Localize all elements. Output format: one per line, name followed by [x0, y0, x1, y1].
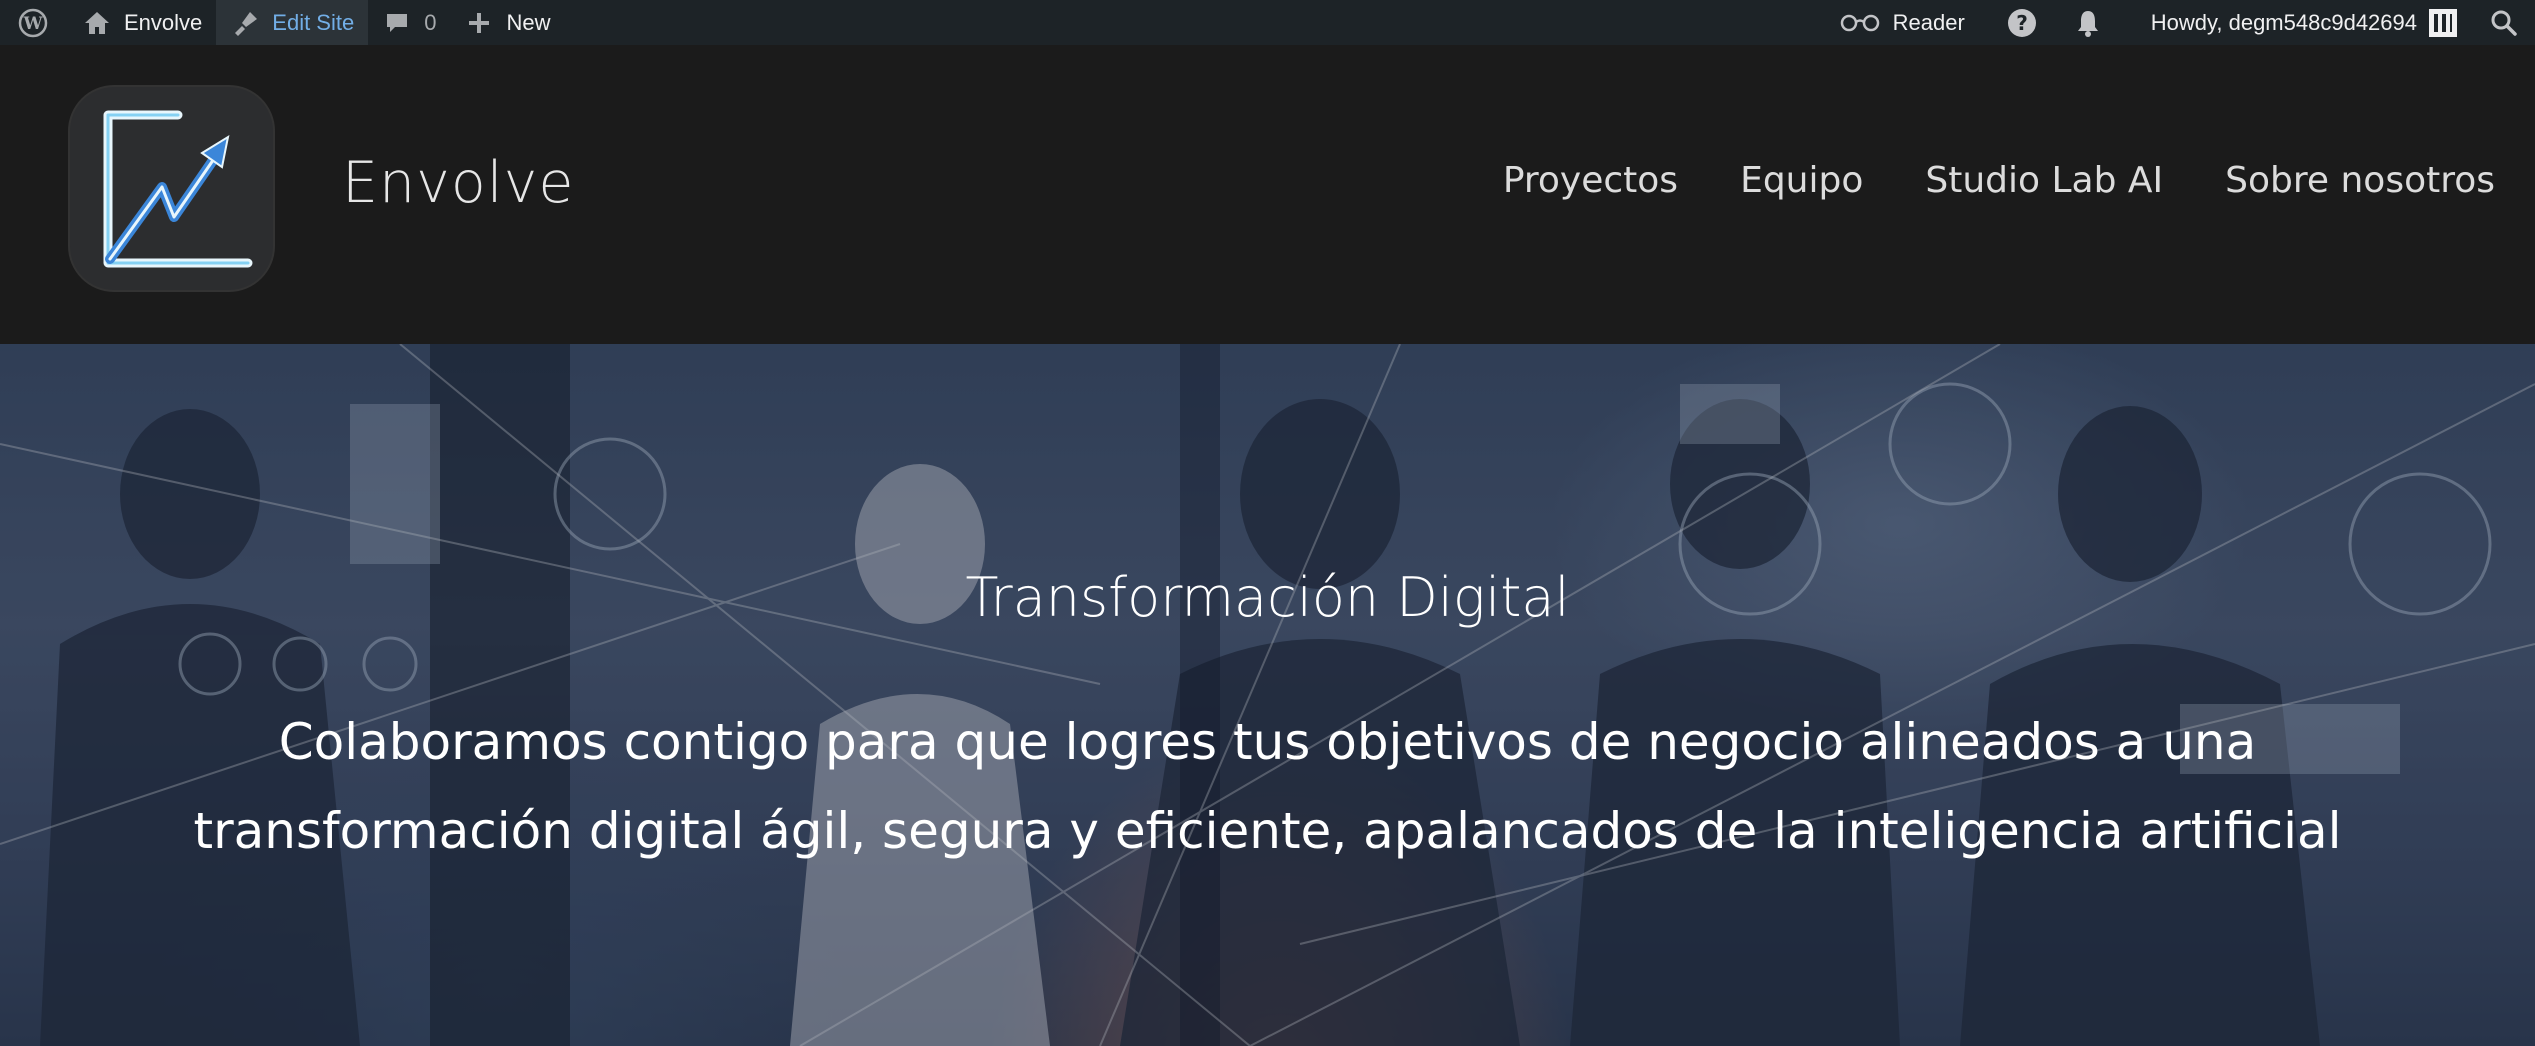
wp-admin-bar: W Envolve Edit Site 0 New Reader ? Howdy…: [0, 0, 2535, 45]
plus-icon: [464, 8, 494, 38]
svg-text:W: W: [22, 14, 43, 34]
brush-icon: [230, 8, 260, 38]
primary-nav: Proyectos Equipo Studio Lab AI Sobre nos…: [1503, 160, 2495, 201]
edit-site-button[interactable]: Edit Site: [216, 0, 369, 45]
comments-menu[interactable]: 0: [368, 0, 450, 45]
help-icon: ?: [2007, 8, 2037, 38]
site-title[interactable]: Envolve: [342, 150, 574, 216]
new-content-menu[interactable]: New: [450, 0, 564, 45]
search-icon: [2489, 8, 2519, 38]
hero-description: Colaboramos contigo para que logres tus …: [0, 698, 2535, 876]
comments-count: 0: [424, 9, 437, 35]
home-icon: [82, 8, 112, 38]
site-header: Envolve Proyectos Equipo Studio Lab AI S…: [0, 45, 2535, 344]
nav-item-studio-lab-ai[interactable]: Studio Lab AI: [1925, 160, 2163, 201]
wordpress-icon: W: [18, 8, 48, 38]
reader-label: Reader: [1892, 9, 1965, 35]
account-menu[interactable]: Howdy, degm548c9d42694: [2123, 0, 2471, 45]
site-name-menu[interactable]: Envolve: [68, 0, 216, 45]
glasses-icon: [1839, 8, 1881, 38]
hero-overlay: [0, 344, 2535, 1046]
hero-line-1: Colaboramos contigo para que logres tus …: [278, 713, 2257, 771]
hero-line-2: transformación digital ágil, segura y ef…: [193, 802, 2342, 860]
site-logo[interactable]: [70, 87, 273, 290]
notifications-button[interactable]: [2053, 0, 2123, 45]
new-label: New: [506, 9, 551, 35]
nav-item-proyectos[interactable]: Proyectos: [1503, 160, 1678, 201]
nav-item-equipo[interactable]: Equipo: [1740, 160, 1863, 201]
hero-kicker: Transformación Digital: [965, 566, 1570, 629]
svg-text:?: ?: [2016, 11, 2028, 35]
edit-site-label: Edit Site: [272, 9, 355, 35]
reader-link[interactable]: Reader: [1825, 0, 1991, 45]
avatar: [2429, 8, 2457, 37]
nav-item-sobre-nosotros[interactable]: Sobre nosotros: [2225, 160, 2495, 201]
comment-icon: [382, 8, 412, 38]
wordpress-menu[interactable]: W: [0, 0, 68, 45]
search-button[interactable]: [2471, 0, 2535, 45]
howdy-label: Howdy, degm548c9d42694: [2150, 9, 2417, 35]
hero-section: Transformación Digital Colaboramos conti…: [0, 344, 2535, 1046]
help-button[interactable]: ?: [1991, 0, 2053, 45]
site-name-label: Envolve: [124, 9, 203, 35]
bell-icon: [2073, 8, 2103, 38]
